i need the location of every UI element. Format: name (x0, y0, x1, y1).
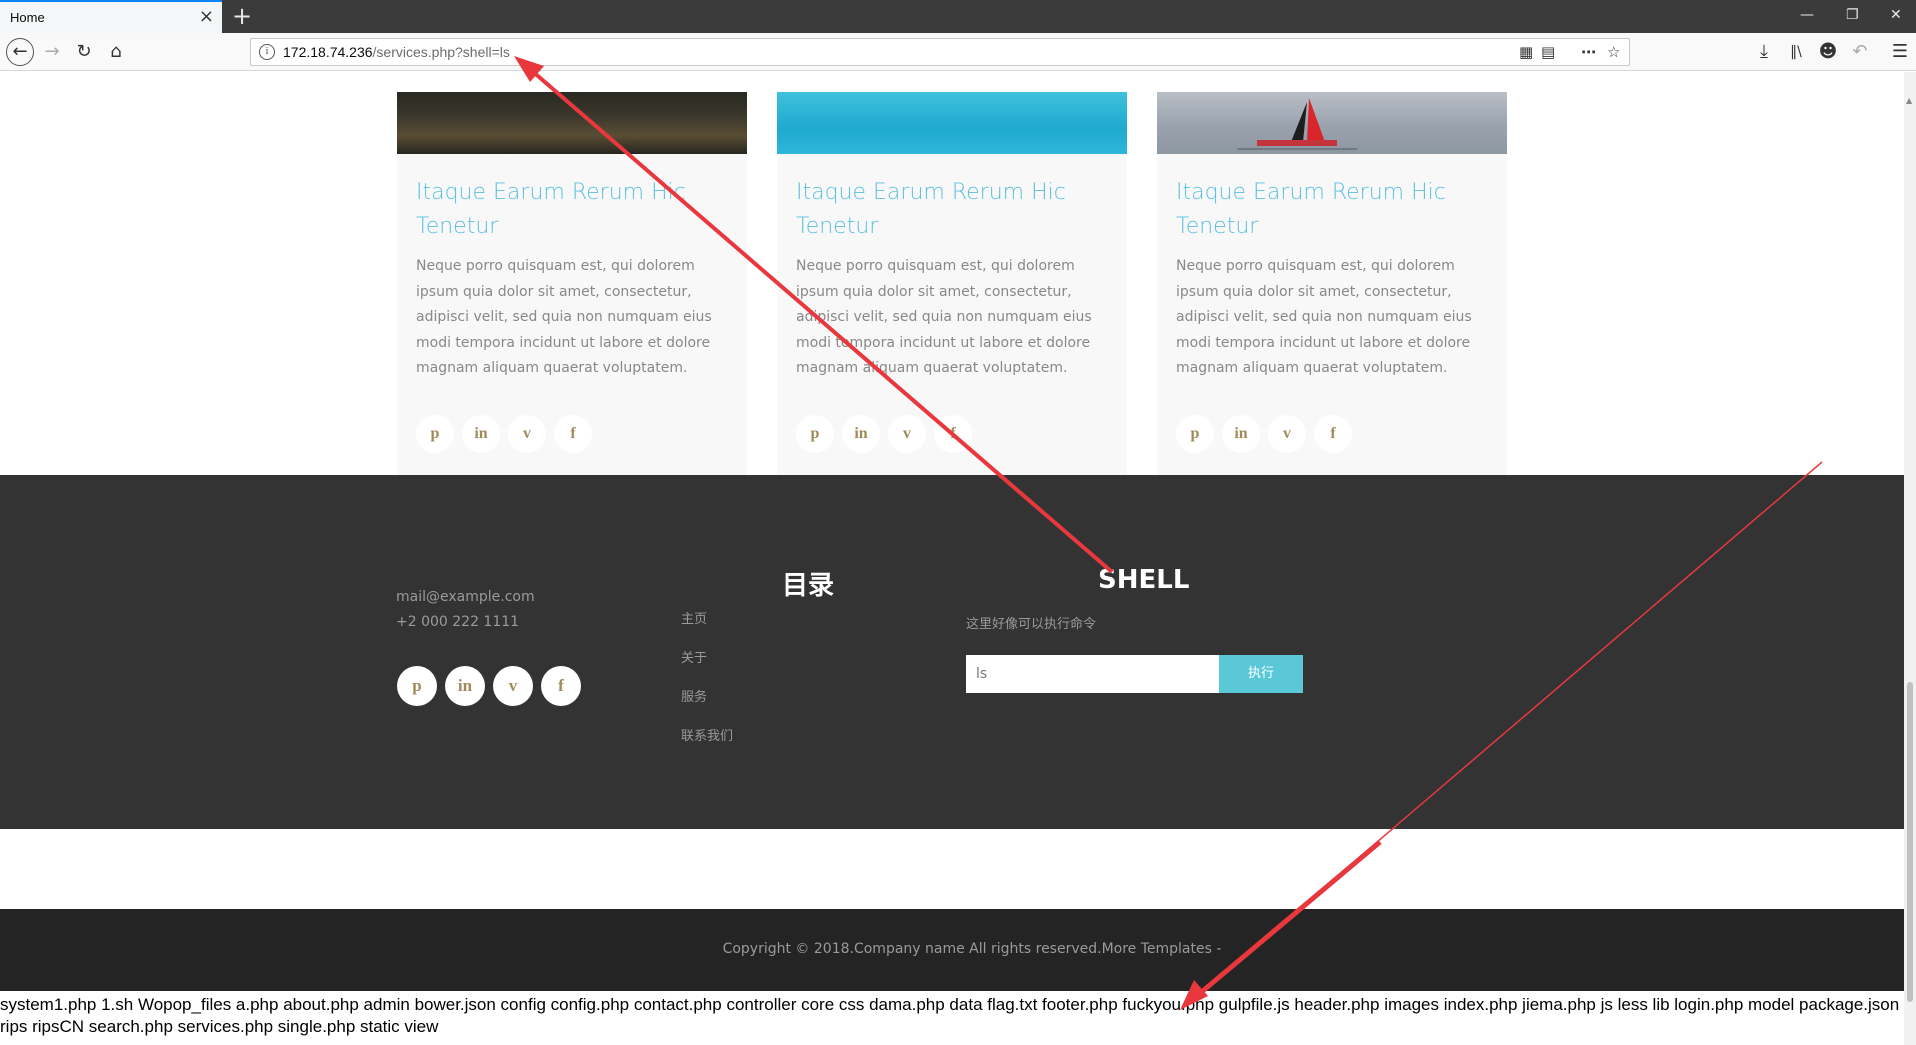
card-title[interactable]: Itaque Earum Rerum Hic Tenetur (1176, 176, 1476, 244)
url-path: /services.php?shell=ls (372, 44, 510, 60)
restore-icon[interactable]: ❐ (1846, 4, 1859, 26)
facebook-icon[interactable]: f (554, 415, 592, 453)
execute-button[interactable]: 执行 (1219, 655, 1303, 693)
forward-icon[interactable]: → (40, 40, 64, 64)
card-text: Neque porro quisquam est, qui dolorem ip… (796, 258, 1092, 376)
url-bar[interactable]: i 172.18.74.236/services.php?shell=ls ▦ … (250, 38, 1630, 66)
command-output: system1.php 1.sh Wopop_files a.php about… (0, 995, 1900, 1036)
footer-social-links: p in v f (397, 666, 581, 706)
service-card: Itaque Earum Rerum Hic Tenetur Neque por… (1157, 92, 1507, 476)
pinterest-icon[interactable]: p (1176, 415, 1214, 453)
card-title[interactable]: Itaque Earum Rerum Hic Tenetur (416, 176, 716, 244)
undo-icon[interactable]: ↶ (1848, 40, 1872, 64)
service-card: Itaque Earum Rerum Hic Tenetur Neque por… (777, 92, 1127, 476)
copyright-text: Copyright © 2018.Company name All rights… (722, 941, 1222, 957)
linkedin-icon[interactable]: in (842, 415, 880, 453)
footer-menu-heading: 目录 (782, 571, 835, 601)
card-social-links: p in v f (1176, 415, 1352, 453)
qr-code-icon[interactable]: ▦ (1519, 42, 1533, 62)
linkedin-icon[interactable]: in (1222, 415, 1260, 453)
downloads-icon[interactable]: ⤓ (1752, 40, 1776, 64)
url-host: 172.18.74.236 (283, 44, 373, 60)
site-info-icon[interactable]: i (259, 44, 275, 60)
card-title[interactable]: Itaque Earum Rerum Hic Tenetur (796, 176, 1096, 244)
linkedin-icon[interactable]: in (462, 415, 500, 453)
card-image (777, 92, 1127, 154)
page-scrollbar[interactable]: ▲ (1904, 72, 1916, 1045)
back-icon[interactable]: ← (6, 38, 34, 66)
reader-view-icon[interactable]: ▤ (1541, 42, 1555, 62)
bookmark-star-icon[interactable]: ☆ (1607, 42, 1620, 62)
shell-command-input[interactable] (966, 655, 1219, 693)
menu-icon[interactable]: ☰ (1888, 40, 1912, 64)
copyright-bar: Copyright © 2018.Company name All rights… (0, 909, 1904, 991)
pinterest-icon[interactable]: p (796, 415, 834, 453)
shell-heading: SHELL (1098, 565, 1190, 595)
page-actions-icon[interactable]: ⋯ (1581, 42, 1596, 62)
site-footer: mail@example.com +2 000 222 1111 p in v … (0, 475, 1904, 829)
vimeo-icon[interactable]: v (888, 415, 926, 453)
footer-menu: 主页 关于 服务 联系我们 (681, 612, 733, 768)
tab-bar: Home × + — ❐ ✕ (0, 0, 1916, 33)
service-card: Itaque Earum Rerum Hic Tenetur Neque por… (397, 92, 747, 476)
card-text: Neque porro quisquam est, qui dolorem ip… (416, 258, 712, 376)
minimize-icon[interactable]: — (1800, 4, 1814, 26)
footer-link-home[interactable]: 主页 (681, 612, 733, 651)
facebook-icon[interactable]: f (934, 415, 972, 453)
card-social-links: p in v f (416, 415, 592, 453)
card-text: Neque porro quisquam est, qui dolorem ip… (1176, 258, 1472, 376)
library-icon[interactable]: ‖\ (1784, 40, 1808, 64)
footer-phone: +2 000 222 1111 (396, 614, 520, 630)
facebook-icon[interactable]: f (541, 666, 581, 706)
close-window-icon[interactable]: ✕ (1890, 4, 1902, 26)
home-icon[interactable]: ⌂ (104, 40, 128, 64)
pinterest-icon[interactable]: p (397, 666, 437, 706)
card-social-links: p in v f (796, 415, 972, 453)
tab-close-icon[interactable]: × (199, 6, 214, 28)
footer-link-services[interactable]: 服务 (681, 690, 733, 729)
scroll-up-icon[interactable]: ▲ (1906, 96, 1912, 105)
navigation-toolbar: ← → ↻ ⌂ i 172.18.74.236/services.php?she… (0, 33, 1916, 71)
linkedin-icon[interactable]: in (445, 666, 485, 706)
footer-link-contact[interactable]: 联系我们 (681, 729, 733, 768)
footer-email[interactable]: mail@example.com (396, 589, 535, 605)
page-content: Itaque Earum Rerum Hic Tenetur Neque por… (0, 72, 1904, 1045)
url-text[interactable]: 172.18.74.236/services.php?shell=ls (283, 44, 510, 60)
vimeo-icon[interactable]: v (508, 415, 546, 453)
sailboat-illustration (1237, 98, 1357, 150)
pinterest-icon[interactable]: p (416, 415, 454, 453)
card-image (1157, 92, 1507, 154)
tab-home[interactable]: Home × (0, 0, 222, 33)
facebook-icon[interactable]: f (1314, 415, 1352, 453)
new-tab-icon[interactable]: + (232, 2, 252, 30)
reload-icon[interactable]: ↻ (72, 40, 96, 64)
card-image (397, 92, 747, 154)
shell-note: 这里好像可以执行命令 (966, 617, 1097, 632)
tab-title: Home (10, 10, 45, 25)
vimeo-icon[interactable]: v (493, 666, 533, 706)
footer-link-about[interactable]: 关于 (681, 651, 733, 690)
account-icon[interactable]: ☻ (1816, 40, 1840, 64)
scroll-thumb[interactable] (1907, 682, 1913, 1002)
vimeo-icon[interactable]: v (1268, 415, 1306, 453)
